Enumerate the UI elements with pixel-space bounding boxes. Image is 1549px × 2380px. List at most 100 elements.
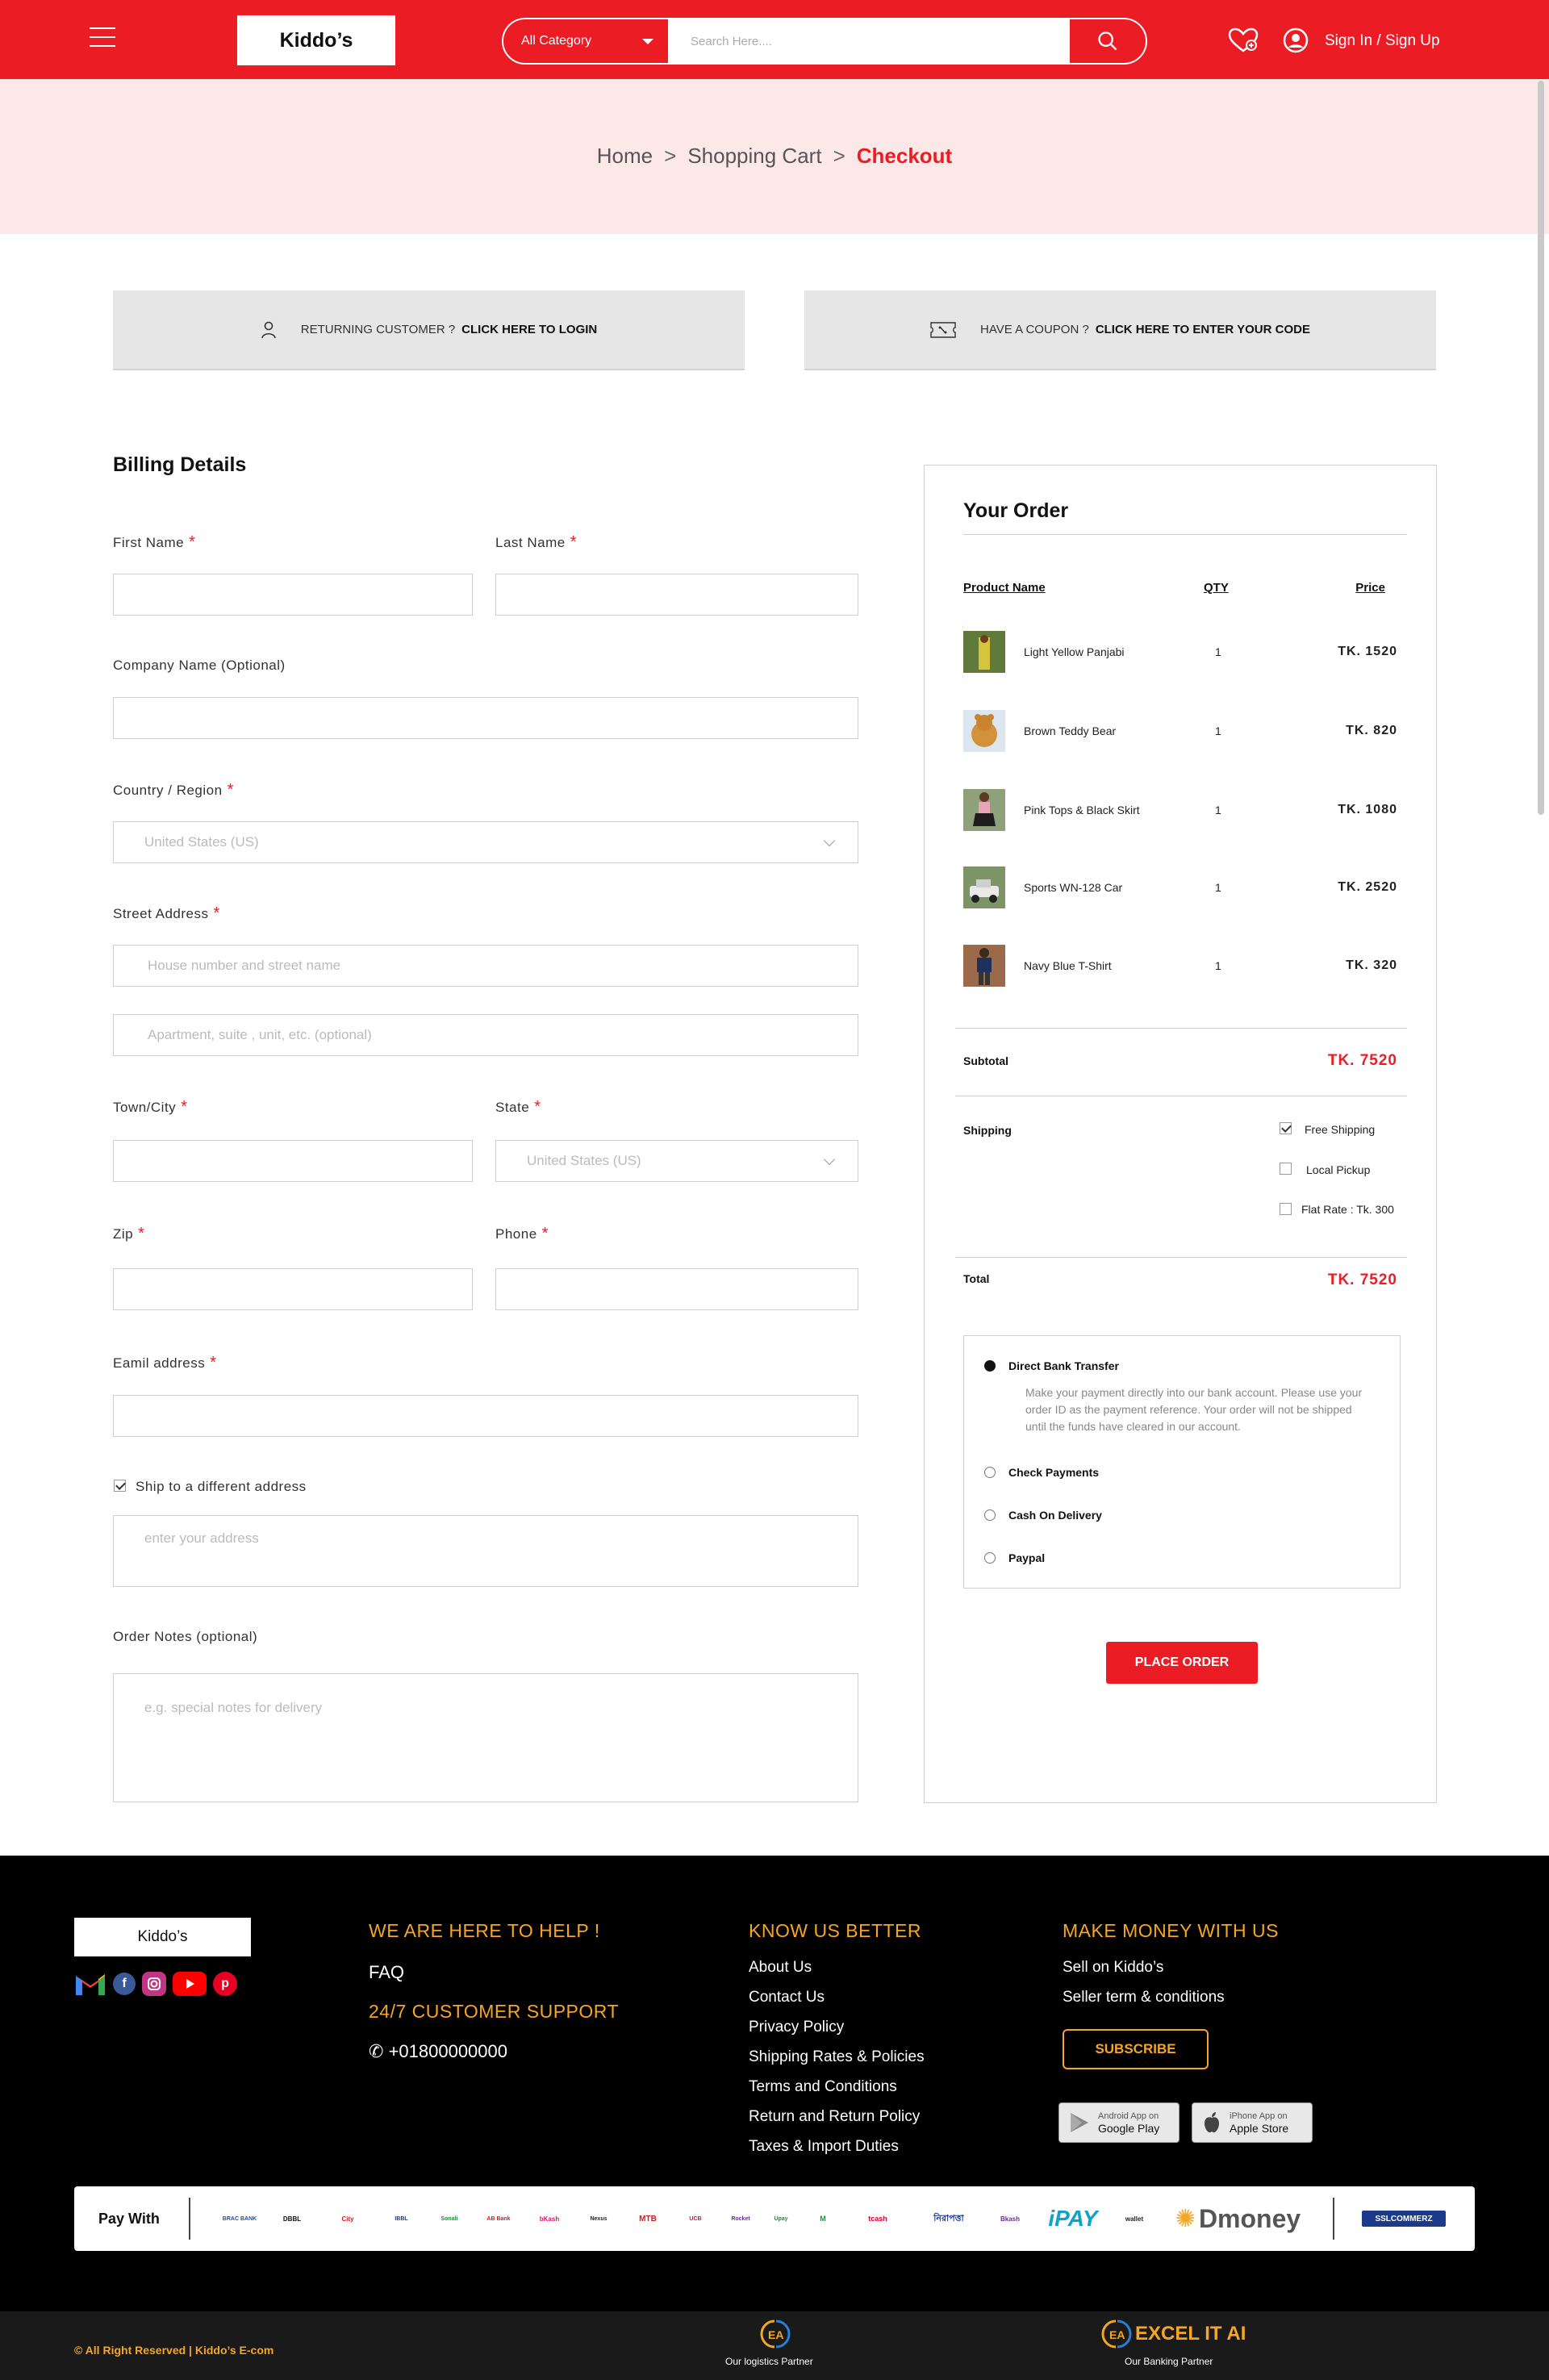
pinterest-icon[interactable]: p (213, 1972, 237, 1996)
coupon-bar[interactable]: HAVE A COUPON ? CLICK HERE TO ENTER YOUR… (804, 290, 1436, 370)
product-name: Sports WN-128 Car (1024, 881, 1123, 894)
divider (1333, 2198, 1334, 2240)
order-title: Your Order (963, 499, 1069, 522)
gmail-icon[interactable] (74, 1971, 106, 1997)
email-label-text: Eamil address (113, 1355, 206, 1371)
ship-address-field[interactable]: enter your address (113, 1515, 858, 1587)
flat-rate-label[interactable]: Flat Rate : Tk. 300 (1301, 1203, 1394, 1216)
support-heading: 24/7 CUSTOMER SUPPORT (369, 2001, 620, 2022)
street-line2-field[interactable]: Apartment, suite , unit, etc. (optional) (113, 1014, 858, 1056)
subscribe-button[interactable]: SUBSCRIBE (1063, 2029, 1209, 2069)
ship-different-label[interactable]: Ship to a different address (136, 1479, 307, 1495)
required-mark: * (541, 1225, 549, 1242)
apple-store-button[interactable]: iPhone App on Apple Store (1192, 2102, 1313, 2143)
email-field[interactable] (113, 1395, 858, 1437)
pay-logo-mtb: MTB (639, 2214, 657, 2223)
instagram-icon[interactable] (142, 1972, 166, 1996)
facebook-icon[interactable]: f (113, 1973, 136, 1995)
user-icon[interactable] (1283, 27, 1309, 53)
chevron-down-icon (823, 1153, 836, 1166)
sign-in-link[interactable]: Sign In / Sign Up (1325, 32, 1440, 50)
order-notes-field[interactable]: e.g. special notes for delivery (113, 1673, 858, 1802)
footer-link-seller-terms[interactable]: Seller term & conditions (1063, 1989, 1225, 2006)
bank-transfer-label[interactable]: Direct Bank Transfer (1008, 1359, 1119, 1372)
phone-label: Phone * (495, 1225, 549, 1243)
bank-transfer-description: Make your payment directly into our bank… (1025, 1386, 1363, 1433)
footer-link-taxes[interactable]: Taxes & Import Duties (749, 2138, 899, 2156)
support-phone[interactable]: ✆ +01800000000 (369, 2041, 507, 2062)
footer-link-contact[interactable]: Contact Us (749, 1989, 825, 2006)
paypal-label[interactable]: Paypal (1008, 1551, 1045, 1564)
bank-transfer-radio[interactable] (984, 1360, 996, 1372)
product-thumbnail (963, 710, 1005, 752)
local-pickup-label[interactable]: Local Pickup (1306, 1163, 1370, 1176)
check-payments-radio[interactable] (984, 1467, 996, 1478)
last-name-field[interactable] (495, 574, 858, 616)
logistics-partner-logo[interactable]: EA (758, 2318, 792, 2350)
street-label: Street Address * (113, 904, 220, 923)
wishlist-heart-icon[interactable] (1227, 27, 1259, 53)
site-logo[interactable]: Kiddo’s (237, 15, 395, 65)
google-play-button[interactable]: Android App on Google Play (1058, 2102, 1179, 2143)
ship-different-checkbox[interactable] (114, 1480, 126, 1492)
breadcrumb-home[interactable]: Home (597, 144, 653, 168)
divider (963, 534, 1407, 535)
faq-link[interactable]: FAQ (369, 1962, 404, 1983)
country-select[interactable]: United States (US) (113, 821, 858, 863)
company-field[interactable] (113, 697, 858, 739)
billing-title: Billing Details (113, 453, 247, 476)
product-price: TK. 820 (1346, 724, 1397, 737)
banking-partner-logo[interactable]: EA EXCEL IT AI (1100, 2318, 1246, 2350)
breadcrumb-cart[interactable]: Shopping Cart (687, 144, 821, 168)
street-line1-field[interactable]: House number and street name (113, 945, 858, 987)
support-phone-number: +01800000000 (388, 2041, 507, 2061)
footer-link-privacy[interactable]: Privacy Policy (749, 2019, 844, 2036)
cash-on-delivery-radio[interactable] (984, 1509, 996, 1521)
google-play-big: Google Play (1098, 2122, 1160, 2135)
paypal-radio[interactable] (984, 1552, 996, 1564)
phone-field[interactable] (495, 1268, 858, 1310)
town-field[interactable] (113, 1140, 473, 1182)
pay-logo-sslcommerz: SSLCOMMERZ (1362, 2211, 1446, 2227)
footer-link-sell[interactable]: Sell on Kiddo’s (1063, 1959, 1163, 1977)
first-name-field[interactable] (113, 574, 473, 616)
breadcrumb-separator: > (833, 144, 845, 168)
breadcrumb-separator: > (664, 144, 677, 168)
product-name: Light Yellow Panjabi (1024, 645, 1125, 658)
col-price: Price (1355, 581, 1385, 595)
footer-link-shipping[interactable]: Shipping Rates & Policies (749, 2048, 925, 2066)
state-select[interactable]: United States (US) (495, 1140, 858, 1182)
company-label: Company Name (Optional) (113, 658, 286, 673)
search-input[interactable] (668, 19, 1070, 63)
youtube-icon[interactable] (173, 1972, 207, 1996)
search-button[interactable] (1070, 19, 1146, 63)
menu-icon[interactable] (90, 27, 115, 50)
pay-logo-city: City (341, 2215, 354, 2223)
zip-field[interactable] (113, 1268, 473, 1310)
local-pickup-checkbox[interactable] (1280, 1163, 1292, 1175)
category-select[interactable]: All Category (503, 19, 668, 63)
free-shipping-checkbox[interactable] (1280, 1122, 1292, 1134)
country-select-value: United States (US) (144, 834, 259, 850)
returning-customer-bar[interactable]: RETURNING CUSTOMER ? CLICK HERE TO LOGIN (113, 290, 745, 370)
footer-link-about[interactable]: About Us (749, 1959, 812, 1977)
login-link[interactable]: CLICK HERE TO LOGIN (461, 323, 597, 336)
footer-link-terms[interactable]: Terms and Conditions (749, 2078, 897, 2096)
product-thumbnail (963, 866, 1005, 908)
scrollbar[interactable] (1538, 81, 1544, 815)
free-shipping-label[interactable]: Free Shipping (1305, 1123, 1375, 1136)
place-order-button[interactable]: PLACE ORDER (1106, 1642, 1258, 1684)
footer-link-returns[interactable]: Return and Return Policy (749, 2108, 920, 2126)
flat-rate-checkbox[interactable] (1280, 1203, 1292, 1215)
footer-logo[interactable]: Kiddo’s (74, 1918, 251, 1956)
zip-label-text: Zip (113, 1226, 134, 1242)
svg-text:EA: EA (768, 2328, 783, 2341)
order-summary-panel: Your Order Product Name QTY Price Light … (924, 465, 1437, 1803)
coupon-link[interactable]: CLICK HERE TO ENTER YOUR CODE (1096, 323, 1310, 336)
check-payments-label[interactable]: Check Payments (1008, 1466, 1099, 1479)
caret-down-icon (642, 39, 653, 44)
required-mark: * (213, 904, 220, 922)
product-qty: 1 (1215, 959, 1221, 972)
cash-on-delivery-label[interactable]: Cash On Delivery (1008, 1509, 1102, 1522)
pay-logo-wallet: wallet (1125, 2215, 1144, 2223)
